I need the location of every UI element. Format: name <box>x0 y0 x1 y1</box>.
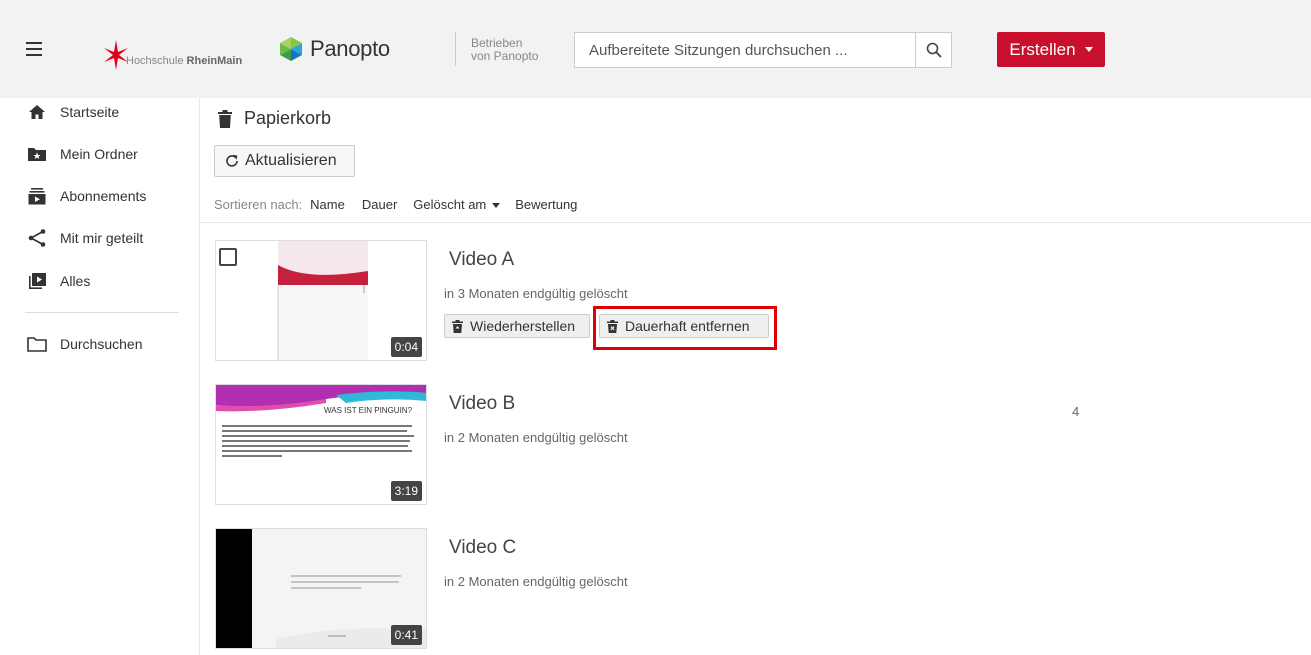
sort-label: Sortieren nach: <box>214 197 303 212</box>
share-icon <box>27 228 47 248</box>
restore-button-label: Wiederherstellen <box>470 318 576 334</box>
video-title[interactable]: Video A <box>449 249 514 271</box>
sidebar-item-label: Alles <box>60 273 91 289</box>
highlight-annotation <box>593 306 777 350</box>
select-checkbox[interactable] <box>219 248 237 266</box>
sort-option-deleted-label: Gelöscht am <box>413 197 487 212</box>
video-thumbnail[interactable]: 0:04 <box>215 240 427 361</box>
sidebar-item-mit-mir-geteilt[interactable]: Mit mir geteilt <box>27 228 143 248</box>
sidebar-item-startseite[interactable]: Startseite <box>27 102 119 122</box>
sidebar-item-label: Durchsuchen <box>60 336 143 352</box>
sidebar-item-label: Mein Ordner <box>60 146 138 162</box>
sidebar-item-alles[interactable]: Alles <box>27 271 90 291</box>
video-thumbnail[interactable]: WAS IST EIN PINGUIN? 3:19 <box>215 384 427 505</box>
sidebar-border <box>199 98 200 655</box>
svg-text:WAS IST EIN PINGUIN?: WAS IST EIN PINGUIN? <box>324 406 413 415</box>
sidebar-divider <box>25 312 179 313</box>
sidebar-item-label: Startseite <box>60 104 120 120</box>
video-title[interactable]: Video C <box>449 537 516 559</box>
hsrm-wordmark: Hochschule RheinMain <box>126 55 243 67</box>
video-library-icon <box>27 271 47 291</box>
create-button[interactable]: Erstellen <box>997 32 1105 67</box>
page-title: Papierkorb <box>244 108 332 128</box>
trash-icon <box>218 109 232 128</box>
folder-icon <box>27 334 47 354</box>
top-header: Hochschule RheinMain Panopto Betrieben v… <box>0 0 1311 98</box>
sort-bar: Sortieren nach: Name Dauer Gelöscht am B… <box>214 197 577 212</box>
page-title-wrap: Papierkorb <box>218 108 331 129</box>
create-button-label: Erstellen <box>1009 39 1076 59</box>
powered-by-text: Betrieben von Panopto <box>471 36 539 63</box>
caret-down-icon <box>1084 47 1093 52</box>
refresh-icon <box>226 154 238 167</box>
panopto-logo-icon <box>280 37 302 61</box>
stray-number: 4 <box>1072 404 1080 419</box>
sort-desc-icon <box>492 203 501 209</box>
duration-badge: 3:19 <box>390 481 422 501</box>
refresh-button[interactable]: Aktualisieren <box>214 145 355 177</box>
restore-trash-icon <box>452 319 463 333</box>
sidebar <box>0 98 199 655</box>
deletion-notice: in 3 Monaten endgültig gelöscht <box>444 286 628 301</box>
home-icon <box>27 102 47 122</box>
video-thumbnail[interactable]: 0:41 <box>215 528 427 649</box>
sort-option-duration[interactable]: Dauer <box>362 197 397 212</box>
header-divider <box>455 32 456 66</box>
search-box <box>574 32 952 68</box>
restore-button[interactable]: Wiederherstellen <box>444 314 590 338</box>
panopto-logo[interactable]: Panopto <box>278 35 390 63</box>
sidebar-item-mein-ordner[interactable]: Mein Ordner <box>27 144 138 164</box>
search-button[interactable] <box>915 33 951 67</box>
sort-option-name[interactable]: Name <box>310 197 345 212</box>
sort-divider <box>200 222 1311 223</box>
sort-option-deleted[interactable]: Gelöscht am <box>413 197 501 212</box>
search-input[interactable] <box>575 33 916 67</box>
sidebar-item-label: Abonnements <box>60 188 147 204</box>
deletion-notice: in 2 Monaten endgültig gelöscht <box>444 574 628 589</box>
sort-option-rating[interactable]: Bewertung <box>515 197 577 212</box>
sidebar-item-abonnements[interactable]: Abonnements <box>27 186 146 206</box>
search-icon <box>926 42 942 58</box>
hamburger-menu-icon[interactable] <box>26 42 42 56</box>
video-title[interactable]: Video B <box>449 393 515 415</box>
sidebar-item-label: Mit mir geteilt <box>60 230 144 246</box>
duration-badge: 0:04 <box>390 337 422 357</box>
refresh-button-label: Aktualisieren <box>245 152 337 169</box>
starred-folder-icon <box>27 144 47 164</box>
subscriptions-icon <box>27 186 47 206</box>
deletion-notice: in 2 Monaten endgültig gelöscht <box>444 430 628 445</box>
sidebar-item-durchsuchen[interactable]: Durchsuchen <box>27 334 143 354</box>
duration-badge: 0:41 <box>390 625 422 645</box>
panopto-wordmark: Panopto <box>310 36 390 61</box>
